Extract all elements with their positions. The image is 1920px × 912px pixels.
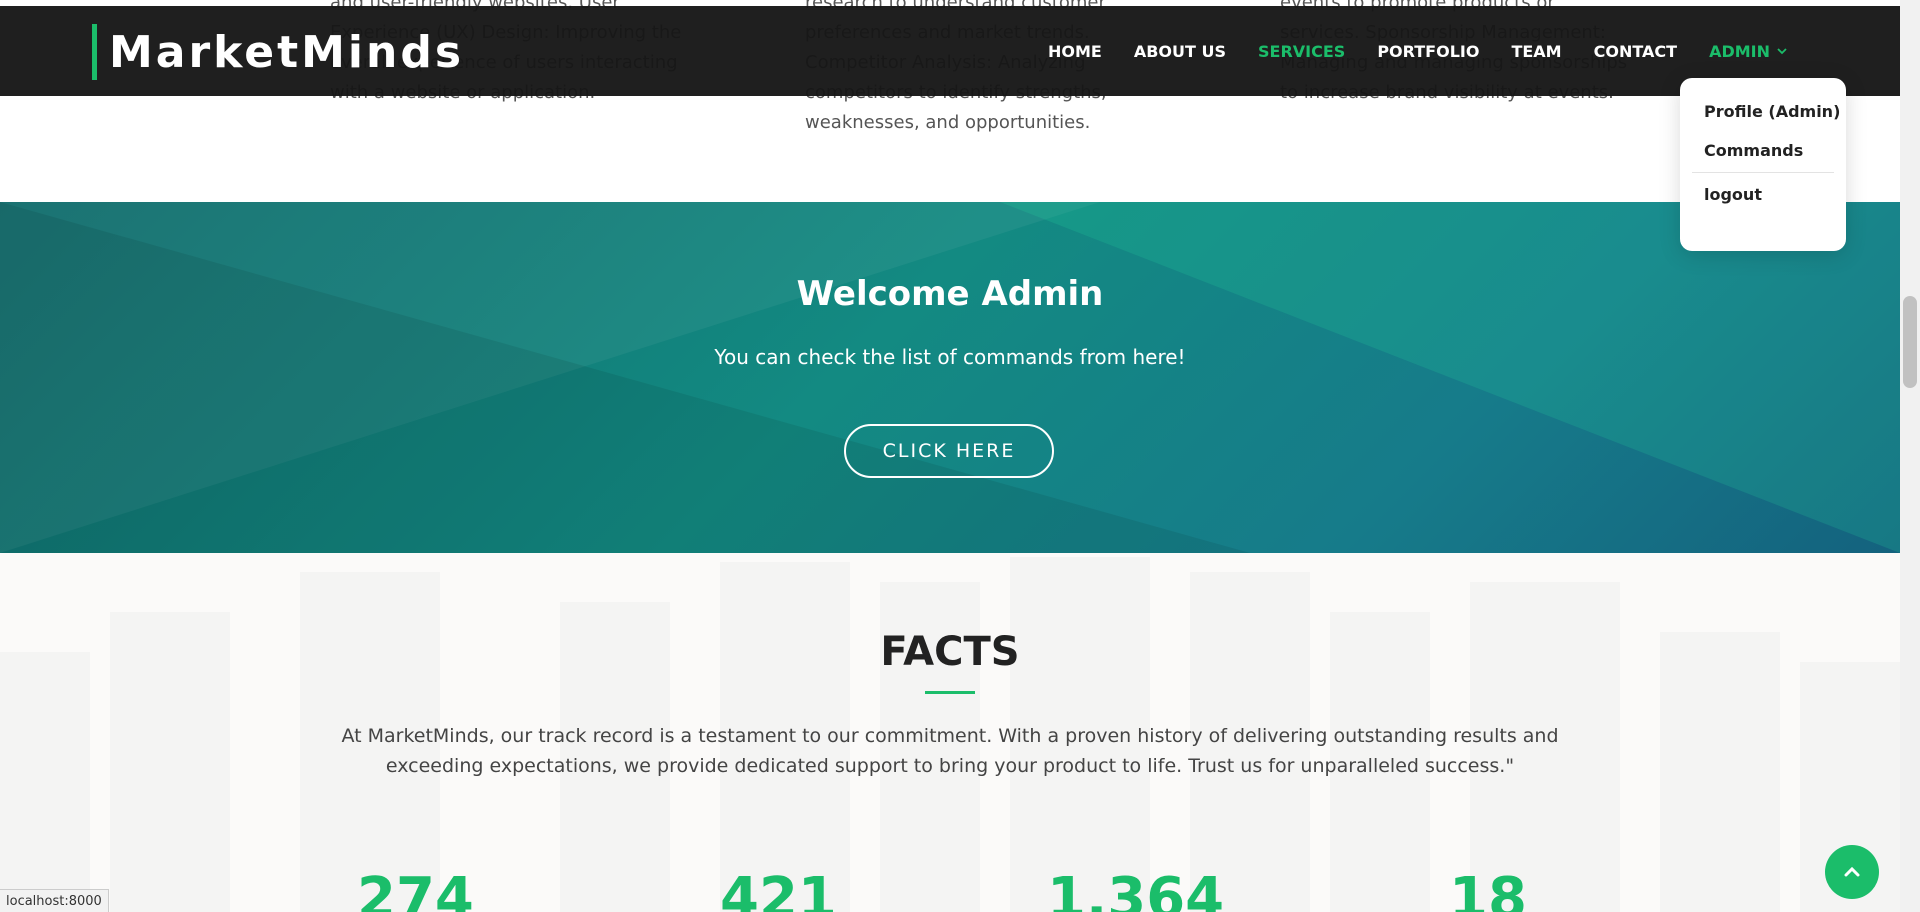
nav-admin-dropdown[interactable]: ADMIN: [1709, 42, 1788, 61]
site-header: MarketMinds HOME ABOUT US SERVICES PORTF…: [0, 6, 1900, 96]
facts-section: FACTS At MarketMinds, our track record i…: [0, 553, 1900, 912]
browser-status-url: localhost:8000: [0, 889, 109, 912]
menu-item-logout[interactable]: logout: [1692, 175, 1834, 214]
banner-decoration: [0, 202, 1250, 553]
nav-portfolio[interactable]: PORTFOLIO: [1377, 42, 1479, 61]
title-underline: [925, 691, 975, 694]
menu-divider: [1692, 172, 1834, 173]
facts-description: At MarketMinds, our track record is a te…: [341, 725, 1559, 777]
nav-team[interactable]: TEAM: [1511, 42, 1561, 61]
welcome-title: Welcome Admin: [796, 274, 1104, 314]
fact-counter: 421: [720, 866, 837, 912]
menu-item-profile[interactable]: Profile (Admin): [1692, 92, 1840, 131]
fact-counter: 18: [1449, 866, 1527, 912]
back-to-top-button[interactable]: [1825, 845, 1879, 899]
fact-counter: 1,364: [1047, 866, 1225, 912]
click-here-button[interactable]: CLICK HERE: [844, 424, 1054, 478]
chevron-down-icon: [1777, 48, 1787, 55]
nav-home[interactable]: HOME: [1048, 42, 1102, 61]
main-nav: HOME ABOUT US SERVICES PORTFOLIO TEAM CO…: [1048, 6, 1788, 96]
admin-dropdown-menu: Profile (Admin) Commands logout: [1680, 78, 1846, 251]
welcome-subtitle: You can check the list of commands from …: [714, 345, 1186, 369]
facts-title: FACTS: [880, 629, 1020, 675]
nav-admin-label: ADMIN: [1709, 41, 1770, 61]
chevron-up-icon: [1844, 866, 1860, 877]
logo-text: MarketMinds: [109, 26, 465, 78]
site-logo[interactable]: MarketMinds: [92, 24, 464, 80]
page-scrollbar[interactable]: [1900, 0, 1920, 912]
menu-item-commands[interactable]: Commands: [1692, 131, 1834, 170]
nav-about-us[interactable]: ABOUT US: [1134, 42, 1226, 61]
scrollbar-thumb[interactable]: [1903, 296, 1917, 388]
nav-contact[interactable]: CONTACT: [1594, 42, 1677, 61]
nav-services[interactable]: SERVICES: [1258, 42, 1345, 61]
welcome-banner: Welcome Admin You can check the list of …: [0, 202, 1900, 553]
fact-counter: 274: [357, 866, 474, 912]
